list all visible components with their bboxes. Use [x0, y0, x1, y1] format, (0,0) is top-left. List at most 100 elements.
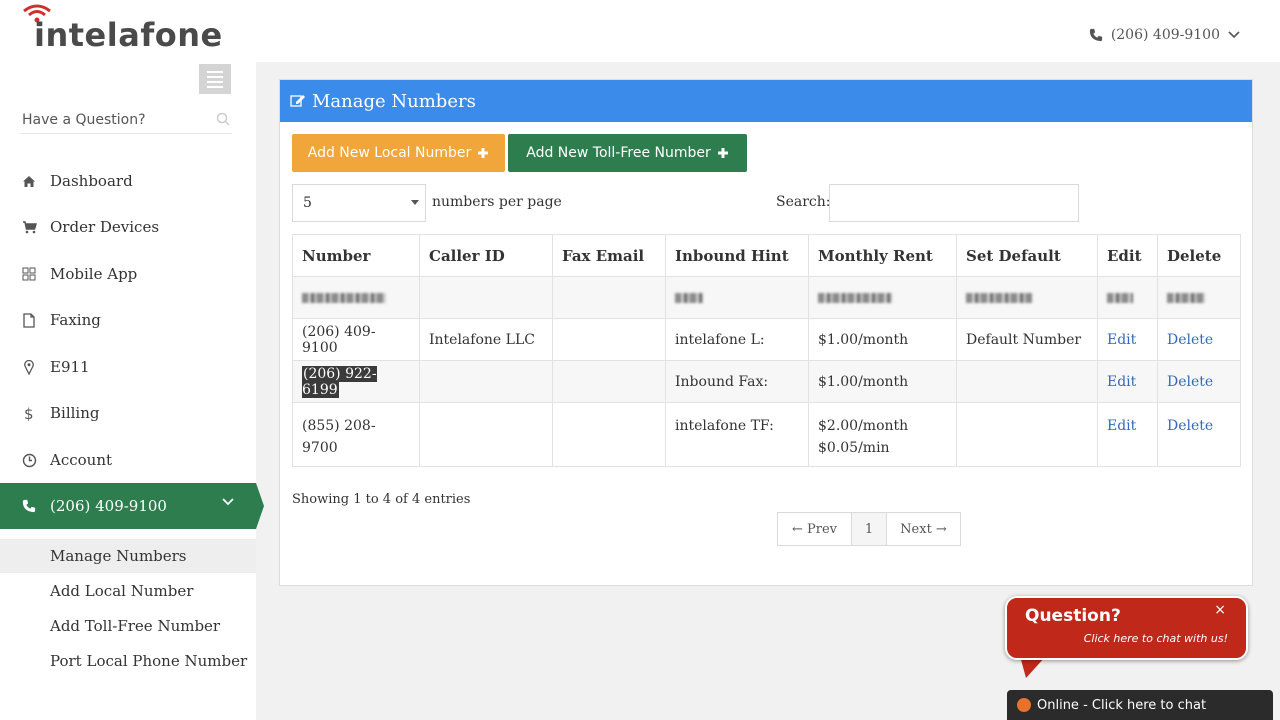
cell-fax-email	[552, 402, 666, 467]
subnav-port-local-phone-number[interactable]: Port Local Phone Number	[0, 644, 256, 678]
redacted-cell	[419, 276, 553, 319]
sidebar-item-label: Mobile App	[50, 265, 138, 283]
column-header-monthly-rent[interactable]: Monthly Rent	[808, 234, 957, 277]
caret-down-icon	[411, 200, 419, 205]
rent-per-minute: $0.05/min	[818, 440, 890, 456]
column-header-fax-email[interactable]: Fax Email	[552, 234, 666, 277]
per-page-label: numbers per page	[432, 194, 562, 210]
panel-header: Manage Numbers	[280, 80, 1252, 122]
column-header-delete[interactable]: Delete	[1157, 234, 1241, 277]
cell-set-default[interactable]	[956, 402, 1098, 467]
column-header-inbound-hint[interactable]: Inbound Hint	[665, 234, 809, 277]
per-page-select[interactable]: 5	[292, 184, 426, 222]
phone-icon	[0, 499, 50, 513]
column-header-number[interactable]: Number	[292, 234, 420, 277]
cell-number: (206) 922-6199	[292, 360, 420, 403]
delete-link[interactable]: Delete	[1167, 374, 1213, 390]
cell-fax-email	[552, 360, 666, 403]
add-local-number-button[interactable]: Add New Local Number	[292, 134, 505, 172]
redacted-cell	[1157, 276, 1241, 319]
subnav-add-toll-free-number[interactable]: Add Toll-Free Number	[0, 609, 256, 643]
dollar-icon: $	[0, 405, 50, 421]
chevron-down-icon	[1228, 31, 1240, 39]
sidebar-item-faxing[interactable]: Faxing	[0, 300, 256, 340]
sidebar-item-mobile-app[interactable]: Mobile App	[0, 254, 256, 294]
intelafone-logo[interactable]: intelafone	[22, 2, 222, 60]
sidebar-item-label: (206) 409-9100	[50, 497, 167, 515]
chat-subtitle: Click here to chat with us!	[1083, 632, 1228, 645]
cell-caller-id	[419, 360, 553, 403]
home-icon	[0, 175, 50, 188]
add-local-number-label: Add New Local Number	[307, 145, 472, 161]
chat-question-bubble[interactable]: Question? Click here to chat with us! ×	[1005, 596, 1248, 660]
per-page-value: 5	[303, 195, 312, 211]
chevron-down-icon	[222, 498, 234, 506]
edit-link[interactable]: Edit	[1107, 418, 1136, 434]
sidebar-item-label: Billing	[50, 404, 100, 422]
chat-status-bar[interactable]: Online - Click here to chat	[1007, 690, 1273, 720]
pagination: ← Prev 1 Next →	[777, 512, 961, 546]
cell-inbound-hint: intelafone TF:	[665, 402, 809, 467]
redacted-cell	[665, 276, 809, 319]
cell-edit: Edit	[1097, 360, 1158, 403]
sidebar-item-order-devices[interactable]: Order Devices	[0, 207, 256, 247]
cell-delete: Delete	[1157, 360, 1241, 403]
redacted-cell	[292, 276, 420, 319]
close-icon[interactable]: ×	[1214, 602, 1226, 618]
cell-monthly-rent: $2.00/month $0.05/min	[808, 402, 957, 467]
search-icon[interactable]	[216, 112, 230, 126]
question-placeholder: Have a Question?	[22, 112, 146, 128]
subnav-manage-numbers[interactable]: Manage Numbers	[0, 539, 256, 573]
sidebar-item-label: Account	[50, 451, 113, 469]
next-page-button[interactable]: Next →	[887, 513, 960, 545]
cell-fax-email	[552, 318, 666, 361]
cell-number: (206) 409-9100	[292, 318, 420, 361]
menu-toggle-button[interactable]	[199, 64, 231, 94]
table-row-redacted	[292, 276, 1241, 319]
search-input[interactable]	[829, 184, 1079, 222]
active-indicator-arrow	[256, 483, 264, 529]
chat-title: Question?	[1025, 606, 1121, 626]
sidebar-item-phone-number[interactable]: (206) 409-9100	[0, 483, 264, 529]
column-header-edit[interactable]: Edit	[1097, 234, 1158, 277]
delete-link[interactable]: Delete	[1167, 332, 1213, 348]
prev-page-button[interactable]: ← Prev	[778, 513, 852, 545]
plus-icon	[478, 148, 489, 158]
page-title: Manage Numbers	[312, 90, 476, 112]
edit-link[interactable]: Edit	[1107, 332, 1136, 348]
selected-number-text: (206) 922-6199	[302, 365, 377, 398]
sidebar-item-account[interactable]: Account	[0, 440, 256, 480]
edit-link[interactable]: Edit	[1107, 374, 1136, 390]
table-row: (855) 208-9700 intelafone TF: $2.00/mont…	[292, 402, 1241, 467]
cell-number: (855) 208-9700	[292, 402, 420, 467]
subnav-add-local-number[interactable]: Add Local Number	[0, 574, 256, 608]
table-header-row: Number Caller ID Fax Email Inbound Hint …	[292, 234, 1241, 277]
sidebar-item-billing[interactable]: $ Billing	[0, 393, 256, 433]
page-1-button[interactable]: 1	[852, 513, 887, 545]
manage-numbers-panel: Manage Numbers Add New Local Number Add …	[279, 79, 1253, 586]
top-bar: intelafone (206) 409-9100	[0, 0, 1280, 62]
account-phone-dropdown[interactable]: (206) 409-9100	[1089, 27, 1240, 43]
column-header-set-default[interactable]: Set Default	[956, 234, 1098, 277]
logo-text: intelafone	[34, 16, 223, 54]
cart-icon	[0, 220, 50, 234]
cell-caller-id	[419, 402, 553, 467]
cell-set-default[interactable]: Default Number	[956, 318, 1098, 361]
cell-inbound-hint: intelafone L:	[665, 318, 809, 361]
redacted-cell	[808, 276, 957, 319]
sidebar-item-e911[interactable]: E911	[0, 347, 256, 387]
table-row: (206) 922-6199 Inbound Fax: $1.00/month …	[292, 360, 1241, 403]
sidebar-item-dashboard[interactable]: Dashboard	[0, 161, 256, 201]
numbers-table: Number Caller ID Fax Email Inbound Hint …	[292, 234, 1241, 467]
add-toll-free-number-button[interactable]: Add New Toll-Free Number	[508, 134, 747, 172]
redacted-cell	[956, 276, 1098, 319]
chat-logo-icon	[1017, 698, 1031, 712]
delete-link[interactable]: Delete	[1167, 418, 1213, 434]
plus-icon	[717, 148, 728, 158]
question-search-input[interactable]: Have a Question?	[20, 106, 232, 134]
cell-set-default[interactable]	[956, 360, 1098, 403]
rent-monthly: $2.00/month	[818, 418, 909, 434]
column-header-caller-id[interactable]: Caller ID	[419, 234, 553, 277]
cell-caller-id: Intelafone LLC	[419, 318, 553, 361]
file-icon	[0, 312, 50, 328]
